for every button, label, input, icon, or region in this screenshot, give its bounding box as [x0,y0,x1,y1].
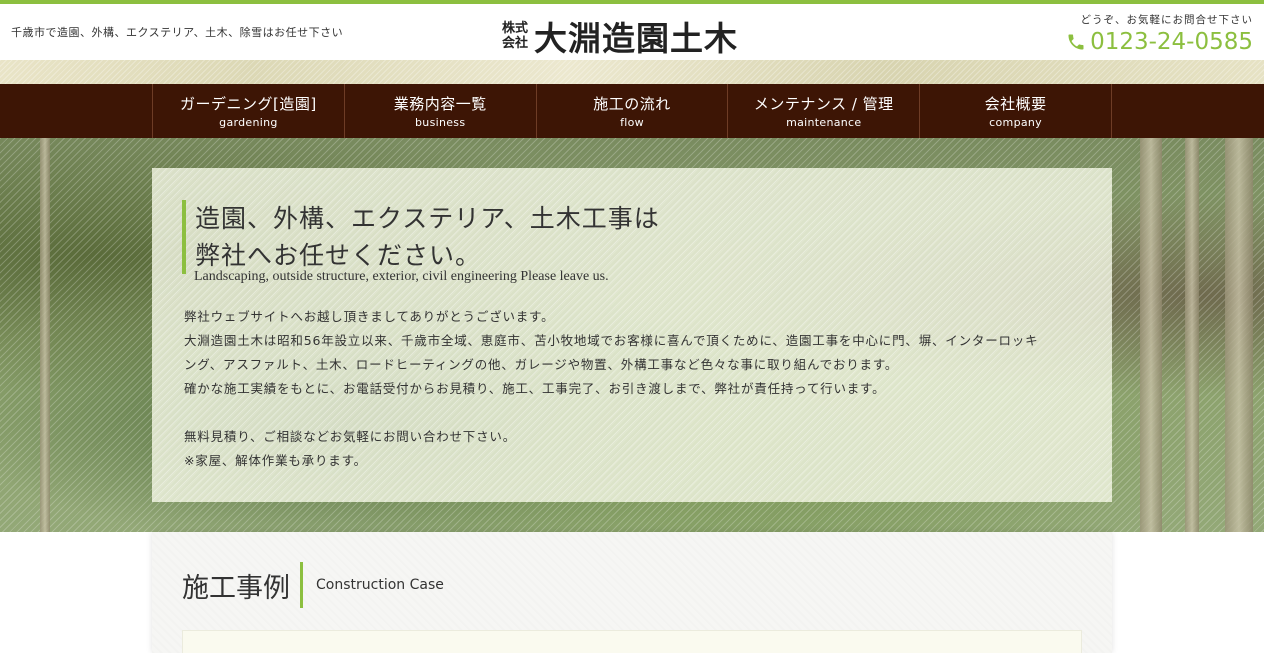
hero-title-line1: 造園、外構、エクステリア、土木工事は [195,204,660,233]
tree-trunk-decoration [1185,138,1199,532]
section-subtitle: Construction Case [316,577,444,593]
case-list-container [182,630,1082,653]
hero-message-box: 造園、外構、エクステリア、土木工事は 弊社へお任せください。 Landscapi… [152,168,1112,502]
logo-kabushiki-top: 株式 [502,21,529,36]
nav-item-maintenance[interactable]: メンテナンス / 管理 maintenance [728,84,921,138]
logo-kabushiki-bottom: 会社 [502,36,529,51]
section-heading: 施工事例 Construction Case [182,562,444,608]
tree-trunk-decoration [1140,138,1162,532]
contact-note: どうぞ、お気軽にお問合せ下さい [1080,14,1253,26]
hero-banner: 造園、外構、エクステリア、土木工事は 弊社へお任せください。 Landscapi… [0,138,1264,532]
hero-body-line: ング、アスファルト、土木、ロードヒーティングの他、ガレージや物置、外構工事など色… [184,357,899,372]
decorative-strip [0,60,1264,84]
hero-subtitle: Landscaping, outside structure, exterior… [194,269,609,284]
nav-item-gardening[interactable]: ガーデニング[造園] gardening [153,84,345,138]
nav-item-label: 会社概要 [984,95,1047,113]
hero-body-line [184,401,1089,425]
nav-item-sublabel: maintenance [786,116,862,129]
nav-item-label: メンテナンス / 管理 [753,95,894,113]
contact-phone-link[interactable]: 0123-24-0585 [1066,29,1253,55]
hero-body-line: 弊社ウェブサイトへお越し頂きましてありがとうございます。 [184,309,555,324]
header-contact: どうぞ、お気軽にお問合せ下さい 0123-24-0585 [1066,12,1253,55]
nav-item-sublabel: gardening [219,116,278,129]
nav-item-company[interactable]: 会社概要 company [920,84,1112,138]
hero-body-line: 無料見積り、ご相談などお気軽にお問い合わせ下さい。 [184,429,517,444]
phone-icon [1068,34,1084,50]
nav-item-sublabel: business [415,116,466,129]
nav-item-label: 施工の流れ [593,95,671,113]
section-divider [300,562,303,608]
nav-item-sublabel: flow [620,116,644,129]
construction-case-section: 施工事例 Construction Case [152,532,1112,653]
nav-item-business[interactable]: 業務内容一覧 business [345,84,537,138]
company-logo[interactable]: 株式 会社 大淵造園土木 [502,12,738,60]
nav-item-sublabel: company [989,116,1042,129]
hero-body-line: 確かな施工実績をもとに、お電話受付からお見積り、施工、工事完了、お引き渡しまで、… [184,381,886,396]
header-tagline: 千歳市で造園、外構、エクステリア、土木、除雪はお任せ下さい [11,26,344,39]
hero-body-text: 弊社ウェブサイトへお越し頂きましてありがとうございます。 大淵造園土木は昭和56… [184,305,1089,473]
site-header: 千歳市で造園、外構、エクステリア、土木、除雪はお任せ下さい 株式 会社 大淵造園… [0,4,1264,60]
nav-item-label: ガーデニング[造園] [180,95,317,113]
nav-item-label: 業務内容一覧 [393,95,487,113]
section-title: 施工事例 [182,572,290,604]
nav-item-flow[interactable]: 施工の流れ flow [537,84,729,138]
hero-body-line: 大淵造園土木は昭和56年設立以来、千歳市全域、恵庭市、苫小牧地域でお客様に喜んで… [184,333,1039,348]
tree-trunk-decoration [1225,138,1253,532]
logo-company-name: 大淵造園土木 [534,19,739,58]
tree-trunk-decoration [40,138,50,532]
global-nav: ガーデニング[造園] gardening 業務内容一覧 business 施工の… [0,84,1264,138]
hero-body-line: ※家屋、解体作業も承ります。 [184,453,367,468]
logo-kabushiki-mark: 株式 会社 [502,21,528,51]
global-nav-menu: ガーデニング[造園] gardening 業務内容一覧 business 施工の… [152,84,1112,138]
hero-heading: 造園、外構、エクステリア、土木工事は 弊社へお任せください。 [182,200,660,274]
contact-phone-number: 0123-24-0585 [1090,29,1253,55]
